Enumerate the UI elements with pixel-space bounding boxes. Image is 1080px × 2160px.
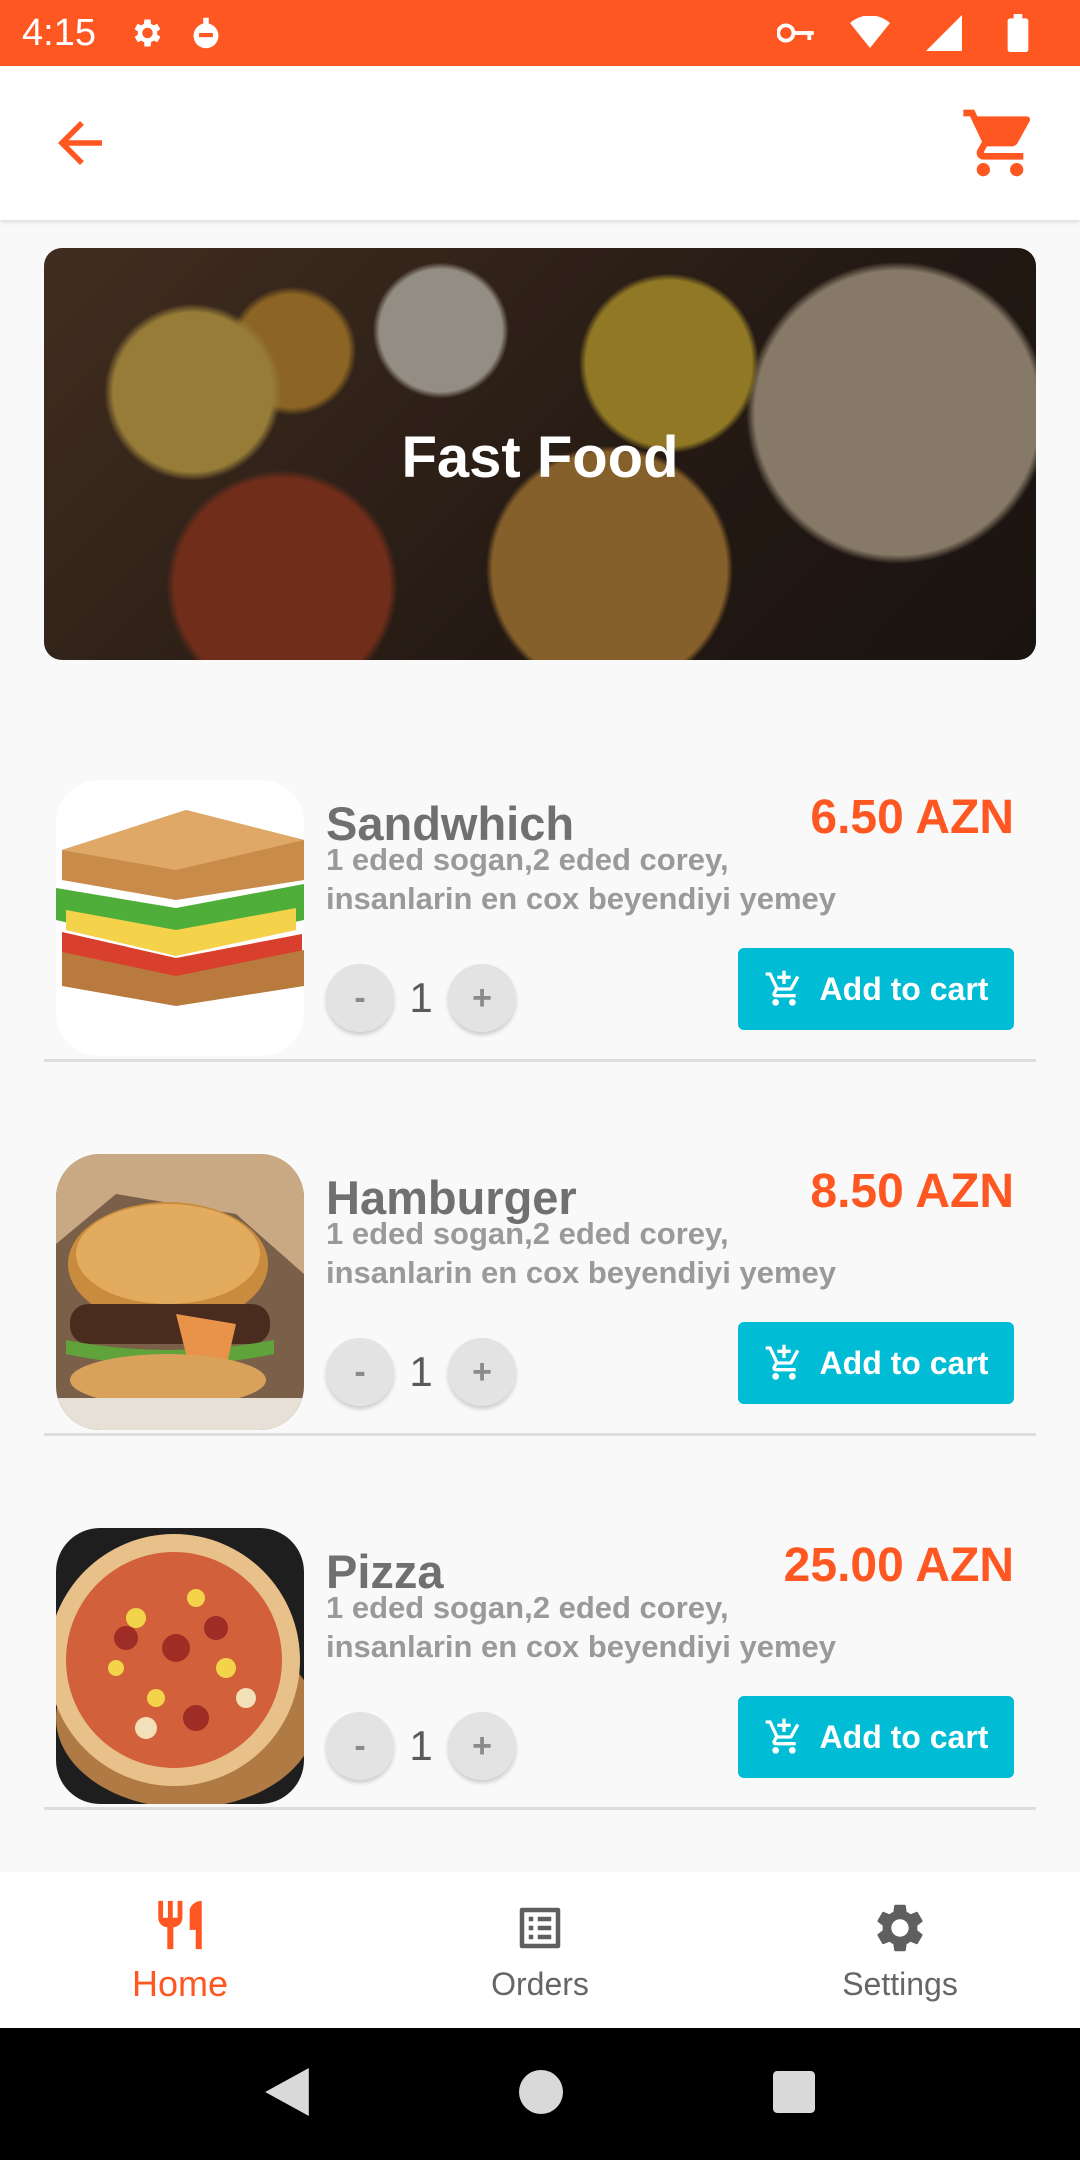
product-price: 8.50 AZN	[810, 1165, 1014, 1218]
increase-button[interactable]: +	[448, 964, 516, 1032]
notification-icon	[186, 13, 226, 53]
signal-icon	[924, 13, 964, 53]
status-bar: 4:15	[0, 0, 1080, 66]
increase-button[interactable]: +	[448, 1712, 516, 1780]
decrease-button[interactable]: -	[326, 1712, 394, 1780]
description-line: 1 eded sogan,2 eded corey,	[326, 842, 729, 877]
nav-item-orders[interactable]: Orders	[360, 1872, 720, 2028]
wifi-icon	[850, 13, 890, 53]
bottom-navigation: Home Orders Settings	[0, 1872, 1080, 2028]
add-to-cart-label: Add to cart	[819, 1344, 989, 1381]
battery-icon	[998, 13, 1038, 53]
back-triangle-icon[interactable]	[265, 2067, 309, 2121]
add-to-cart-button[interactable]: Add to cart	[738, 1696, 1014, 1778]
vpn-key-icon	[776, 13, 816, 53]
arrow-left-icon	[58, 121, 102, 165]
description-line: insanlarin en cox beyendiyi yemey	[326, 881, 837, 916]
status-time: 4:15	[22, 11, 96, 54]
description-line: insanlarin en cox beyendiyi yemey	[326, 1255, 837, 1290]
gear-icon	[870, 1898, 930, 1958]
add-to-cart-button[interactable]: Add to cart	[738, 1322, 1014, 1404]
product-image-pizza	[56, 1528, 304, 1804]
add-cart-icon	[765, 970, 799, 1006]
nav-label: Orders	[491, 1965, 589, 2002]
list-icon	[510, 1898, 570, 1958]
system-navigation-bar	[0, 2028, 1080, 2160]
quantity-stepper: - 1 +	[326, 1712, 516, 1780]
decrease-button[interactable]: -	[326, 1338, 394, 1406]
quantity-value: 1	[409, 974, 433, 1021]
quantity-value: 1	[409, 1722, 433, 1769]
product-price: 25.00 AZN	[783, 1539, 1014, 1592]
cart-button[interactable]	[960, 103, 1040, 183]
back-button[interactable]	[40, 103, 120, 183]
nav-label: Home	[131, 1963, 229, 2004]
category-banner: Fast Food	[44, 248, 1036, 660]
description-line: 1 eded sogan,2 eded corey,	[326, 1216, 729, 1251]
product-description: 1 eded sogan,2 eded corey, insanlarin en…	[326, 1214, 886, 1292]
product-card-hamburger: Hamburger 8.50 AZN 1 eded sogan,2 eded c…	[44, 1130, 1036, 1436]
nav-label: Settings	[842, 1965, 958, 2002]
banner-title: Fast Food	[401, 425, 679, 490]
app-bar	[0, 66, 1080, 220]
recents-square-icon[interactable]	[773, 2070, 815, 2118]
add-cart-icon	[765, 1344, 799, 1380]
product-card-sandwich: Sandwhich 6.50 AZN 1 eded sogan,2 eded c…	[44, 756, 1036, 1062]
product-price: 6.50 AZN	[810, 791, 1014, 844]
product-description: 1 eded sogan,2 eded corey, insanlarin en…	[326, 840, 886, 918]
description-line: insanlarin en cox beyendiyi yemey	[326, 1629, 837, 1664]
add-to-cart-label: Add to cart	[819, 1718, 989, 1755]
restaurant-icon	[150, 1895, 210, 1955]
product-image-sandwich	[56, 780, 304, 1056]
decrease-button[interactable]: -	[326, 964, 394, 1032]
quantity-value: 1	[409, 1348, 433, 1395]
increase-button[interactable]: +	[448, 1338, 516, 1406]
nav-item-home[interactable]: Home	[0, 1872, 360, 2028]
product-description: 1 eded sogan,2 eded corey, insanlarin en…	[326, 1588, 886, 1666]
quantity-stepper: - 1 +	[326, 964, 516, 1032]
product-card-pizza: Pizza 25.00 AZN 1 eded sogan,2 eded core…	[44, 1504, 1036, 1810]
home-circle-icon[interactable]	[519, 2069, 563, 2119]
description-line: 1 eded sogan,2 eded corey,	[326, 1590, 729, 1625]
product-image-hamburger	[56, 1154, 304, 1430]
nav-item-settings[interactable]: Settings	[720, 1872, 1080, 2028]
add-to-cart-label: Add to cart	[819, 970, 989, 1007]
add-to-cart-button[interactable]: Add to cart	[738, 948, 1014, 1030]
add-cart-icon	[765, 1718, 799, 1754]
quantity-stepper: - 1 +	[326, 1338, 516, 1406]
cart-icon	[963, 109, 1031, 177]
settings-icon	[126, 13, 166, 53]
